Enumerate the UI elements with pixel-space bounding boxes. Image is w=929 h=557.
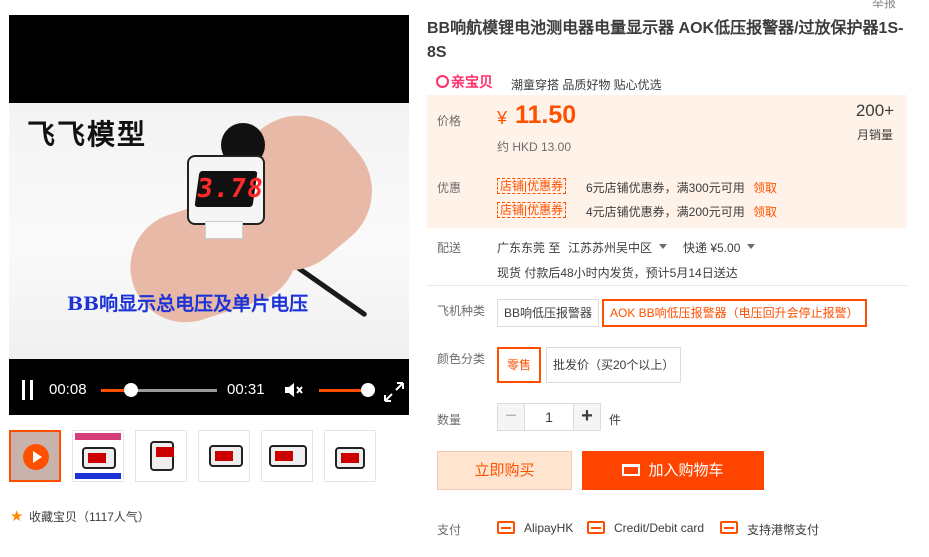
currency-symbol: ¥ <box>497 108 508 128</box>
option-model-aok[interactable]: AOK BB响低压报警器（电压回升会停止报警） <box>602 299 867 327</box>
payment-method: AlipayHK <box>524 521 574 535</box>
volume-handle[interactable] <box>361 383 375 397</box>
image-thumb-2[interactable] <box>135 430 187 482</box>
thumb-device <box>82 447 116 469</box>
cart-icon <box>622 464 641 476</box>
image-thumb-5[interactable] <box>324 430 376 482</box>
monthly-sales-count: 200+ <box>855 101 895 120</box>
current-time: 00:08 <box>49 381 87 398</box>
quantity-increase-button[interactable]: + <box>573 403 601 431</box>
model-label: 飞机种类 <box>437 304 486 318</box>
device-display: 3.78 <box>194 171 266 207</box>
chevron-down-icon[interactable] <box>659 244 667 249</box>
video-caption-bottom: BB响显示总电压及单片电压 <box>67 293 309 315</box>
image-thumb-3[interactable] <box>198 430 250 482</box>
favorite-label[interactable]: 收藏宝贝（1117人气） <box>29 508 150 525</box>
option-model-bb[interactable]: BB响低压报警器 <box>497 299 600 327</box>
shipping-label: 配送 <box>437 241 462 255</box>
buy-now-button[interactable]: 立即购买 <box>437 451 572 490</box>
quantity-input[interactable]: 1 <box>524 403 574 431</box>
option-wholesale[interactable]: 批发价（买20个以上） <box>546 347 682 383</box>
thumb-device <box>150 441 174 471</box>
coupon-tag: 店铺|优惠券 <box>497 202 567 218</box>
quantity-decrease-button[interactable]: − <box>497 403 525 431</box>
seek-bar[interactable] <box>101 383 217 397</box>
play-icon <box>23 444 49 470</box>
chevron-down-icon[interactable] <box>747 244 755 249</box>
star-icon[interactable]: ★ <box>10 507 23 525</box>
report-link[interactable]: 举报 <box>872 0 896 11</box>
payment-method: 支持港幣支付 <box>747 523 820 537</box>
coupon-text: 4元店铺优惠券，满200元可用 <box>586 205 745 219</box>
option-retail[interactable]: 零售 <box>497 347 542 383</box>
coupon-text: 6元店铺优惠券，满300元可用 <box>586 181 745 195</box>
hkd-icon <box>720 521 738 534</box>
shipping-from: 广东东莞 至 <box>497 241 561 255</box>
shipping-method-select[interactable]: 快递 ¥5.00 <box>683 239 740 256</box>
alipay-icon <box>497 521 515 534</box>
claim-coupon-link[interactable]: 领取 <box>753 203 777 220</box>
thumb-device <box>335 447 365 469</box>
shipping-note: 现货 付款后48小时内发货，预计5月14日送达 <box>497 266 738 280</box>
mute-icon[interactable] <box>283 380 307 400</box>
video-frame: 3.78 飞飞模型 BB响显示总电压及单片电压 <box>9 103 409 359</box>
seek-handle[interactable] <box>124 383 139 397</box>
card-icon <box>587 521 605 534</box>
payment-method: Credit/Debit card <box>614 521 705 535</box>
product-video-player[interactable]: 3.78 飞飞模型 BB响显示总电压及单片电压 00:08 00:31 <box>9 15 409 415</box>
thumb-device <box>269 445 307 467</box>
balance-connector <box>205 221 243 239</box>
fullscreen-icon[interactable] <box>383 381 405 403</box>
pause-icon[interactable] <box>21 380 35 400</box>
payment-label: 支付 <box>437 523 462 537</box>
monthly-sales-label: 月销量 <box>856 128 893 142</box>
video-thumb[interactable] <box>9 430 61 482</box>
product-title: BB响航模锂电池测电器电量显示器 AOK低压报警器/过放保护器1S-8S <box>427 20 904 61</box>
thumb-banner <box>75 473 121 479</box>
divider <box>427 285 907 286</box>
brand-slogan: 潮童穿搭 品质好物 贴心优选 <box>511 78 662 92</box>
shipping-destination-select[interactable]: 江苏苏州吴中区 <box>568 239 652 256</box>
thumb-banner <box>75 433 121 440</box>
video-controls: 00:08 00:31 <box>9 365 409 415</box>
price-hkd: 约 HKD 13.00 <box>497 140 572 154</box>
add-to-cart-button[interactable]: 加入购物车 <box>582 451 764 490</box>
duration-time: 00:31 <box>227 381 265 398</box>
price-label: 价格 <box>437 114 462 128</box>
coupon-label: 优惠 <box>437 181 462 195</box>
quantity-label: 数量 <box>437 413 462 427</box>
price-value: 11.50 <box>515 101 577 129</box>
brand-logo-icon <box>436 75 449 88</box>
brand-logo[interactable]: 亲宝贝 <box>436 72 493 92</box>
brand-logo-text: 亲宝贝 <box>451 74 493 90</box>
claim-coupon-link[interactable]: 领取 <box>753 179 777 196</box>
color-label: 颜色分类 <box>437 352 486 366</box>
coupon-tag: 店铺|优惠券 <box>497 178 567 194</box>
thumb-device <box>209 445 243 467</box>
quantity-unit: 件 <box>609 413 622 427</box>
battery-checker-device: 3.78 <box>187 155 266 225</box>
video-caption-top: 飞飞模型 <box>27 118 148 151</box>
add-to-cart-label: 加入购物车 <box>648 462 724 479</box>
image-thumb-1[interactable] <box>72 430 124 482</box>
image-thumb-4[interactable] <box>261 430 313 482</box>
